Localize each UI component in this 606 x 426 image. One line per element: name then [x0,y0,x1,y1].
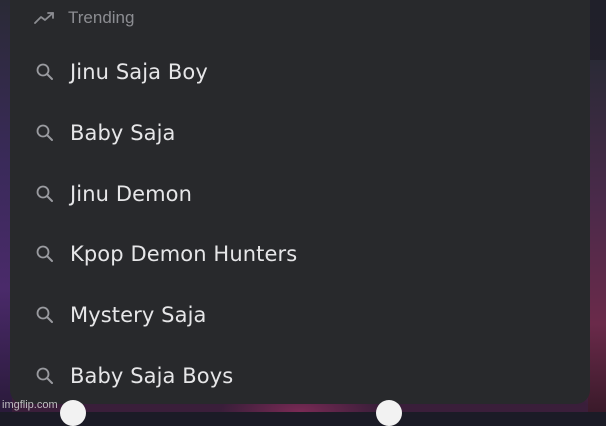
search-icon [36,367,53,384]
suggestion-item[interactable]: Jinu Demon [10,163,590,224]
trending-header: Trending [34,6,134,30]
suggestion-label: Baby Saja Boys [70,363,234,388]
search-suggestions-dropdown: Trending Jinu Saja Boy Baby Saja Jinu De… [10,0,590,404]
watermark: imgflip.com [2,399,58,411]
suggestion-item[interactable]: Mystery Saja [10,285,590,346]
search-icon [36,306,53,324]
suggestion-label: Mystery Saja [70,303,207,328]
suggestion-item[interactable]: Baby Saja Boys [10,345,590,406]
suggestion-label: Baby Saja [70,121,176,146]
suggestion-label: Jinu Saja Boy [70,60,208,85]
search-icon [36,185,53,202]
suggestion-item[interactable]: Kpop Demon Hunters [10,224,590,285]
suggestion-label: Jinu Demon [70,181,193,206]
suggestion-item[interactable]: Baby Saja [10,103,590,164]
search-icon [36,124,53,142]
background-circle-right [376,400,402,426]
background-circle-left [60,400,86,426]
search-icon [36,63,53,81]
trending-up-icon [34,12,54,24]
suggestion-item[interactable]: Jinu Saja Boy [10,42,590,103]
trending-label: Trending [68,8,135,27]
search-icon [36,246,53,263]
suggestion-list: Jinu Saja Boy Baby Saja Jinu Demon Kpop … [10,42,590,406]
suggestion-label: Kpop Demon Hunters [70,242,298,267]
background-right-edge [588,60,606,412]
